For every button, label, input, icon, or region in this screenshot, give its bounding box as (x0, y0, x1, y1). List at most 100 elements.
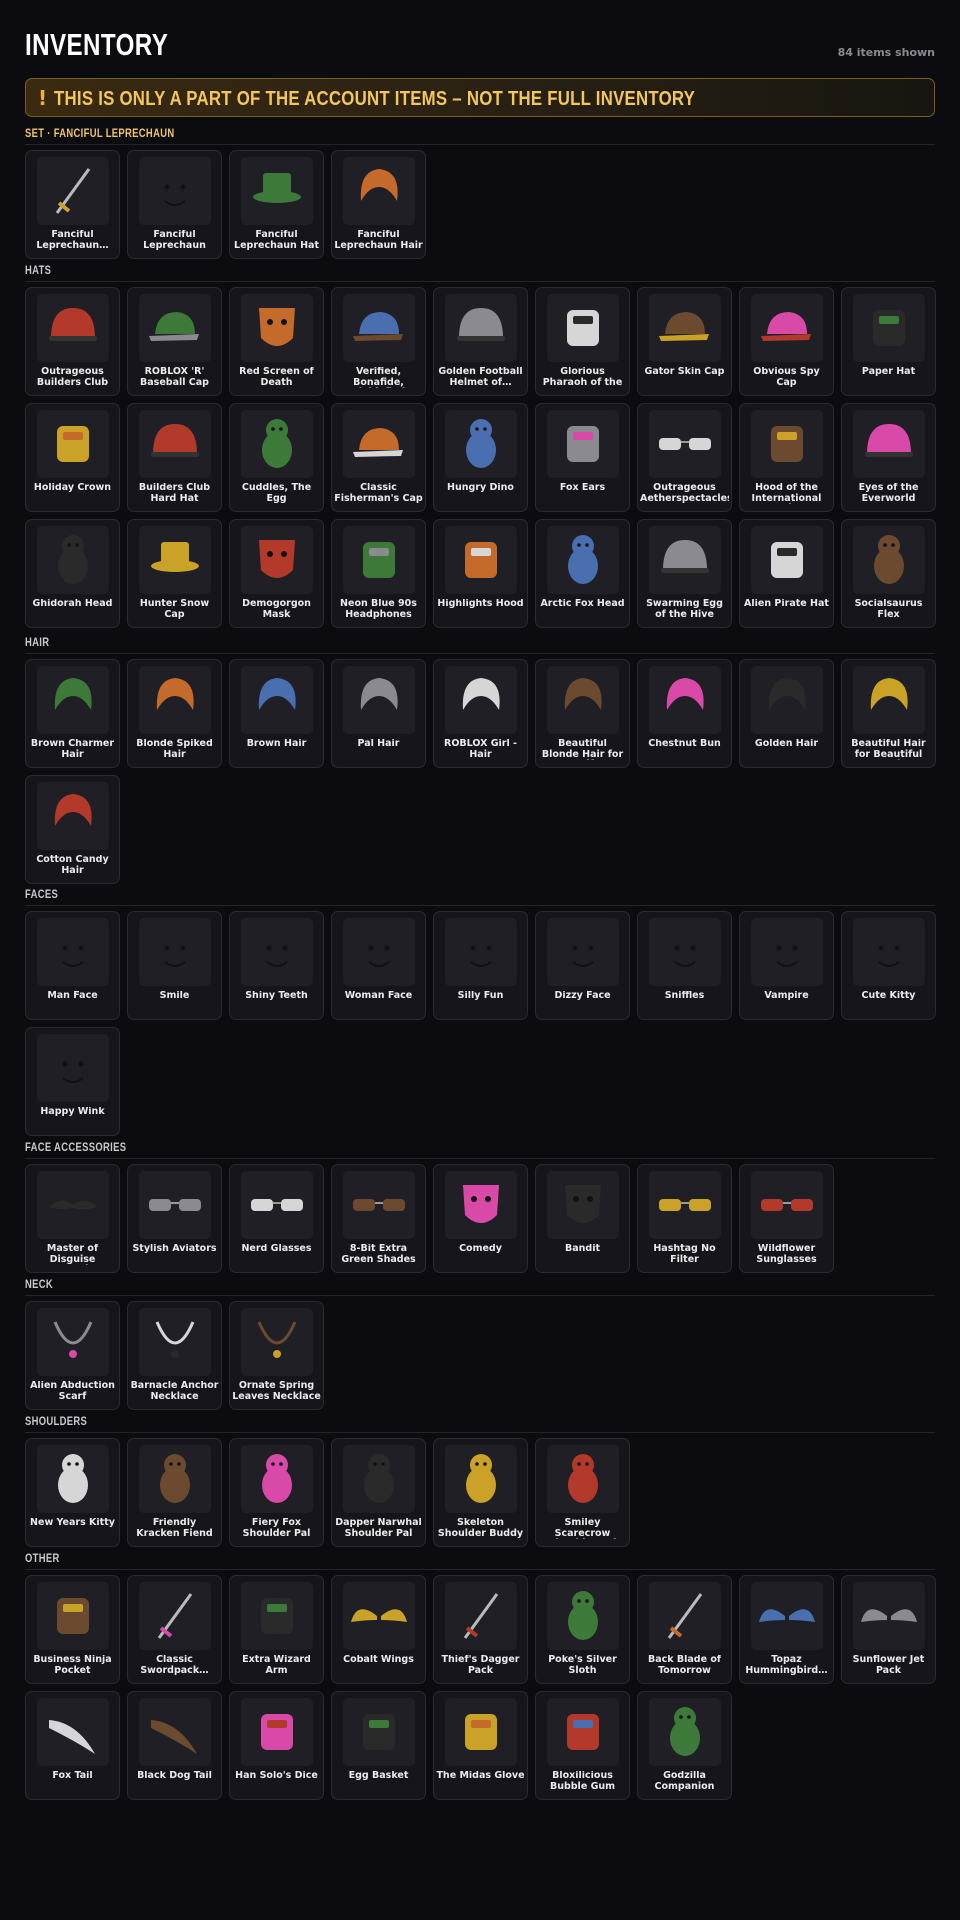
item-card[interactable]: Cuddles, The Egg (229, 403, 324, 512)
item-card[interactable]: Chestnut Bun (637, 659, 732, 768)
item-card[interactable]: Outrageous Aetherspectacles (637, 403, 732, 512)
item-card[interactable]: Black Dog Tail (127, 1691, 222, 1800)
item-card[interactable]: Arctic Fox Head (535, 519, 630, 628)
item-card[interactable]: Godzilla Companion (637, 1691, 732, 1800)
item-card[interactable]: Paper Hat (841, 287, 936, 396)
item-card[interactable]: Egg Basket (331, 1691, 426, 1800)
item-card[interactable]: Golden Football Helmet of… (433, 287, 528, 396)
item-card[interactable]: Han Solo's Dice (229, 1691, 324, 1800)
item-card[interactable]: Barnacle Anchor Necklace (127, 1301, 222, 1410)
item-card[interactable]: The Midas Glove (433, 1691, 528, 1800)
item-card[interactable]: Alien Abduction Scarf (25, 1301, 120, 1410)
item-card[interactable]: ROBLOX Girl - Hair (433, 659, 528, 768)
item-card[interactable]: Silly Fun (433, 911, 528, 1020)
item-card[interactable]: Dapper Narwhal Shoulder Pal (331, 1438, 426, 1547)
item-card[interactable]: Fox Ears (535, 403, 630, 512)
item-card[interactable]: Fanciful Leprechaun Hair (331, 150, 426, 259)
item-card[interactable]: Dizzy Face (535, 911, 630, 1020)
item-card[interactable]: Man Face (25, 911, 120, 1020)
section-header: FACE ACCESSORIES (25, 1141, 935, 1159)
item-card[interactable]: 8-Bit Extra Green Shades (331, 1164, 426, 1273)
item-name: Fanciful Leprechaun… (36, 230, 109, 251)
item-card[interactable]: Hashtag No Filter (637, 1164, 732, 1273)
item-card[interactable]: Demogorgon Mask (229, 519, 324, 628)
item-card[interactable]: Happy Wink (25, 1027, 120, 1136)
item-card[interactable]: Fanciful Leprechaun Hat (229, 150, 324, 259)
item-card[interactable]: Wildflower Sunglasses (739, 1164, 834, 1273)
item-card[interactable]: Shiny Teeth (229, 911, 324, 1020)
item-card[interactable]: Holiday Crown (25, 403, 120, 512)
item-card[interactable]: New Years Kitty (25, 1438, 120, 1547)
item-card[interactable]: Woman Face (331, 911, 426, 1020)
item-card[interactable]: Bandit (535, 1164, 630, 1273)
item-card[interactable]: Master of Disguise Mustache (25, 1164, 120, 1273)
item-name: Cobalt Wings (343, 1655, 414, 1665)
item-card[interactable]: Swarming Egg of the Hive (637, 519, 732, 628)
item-card[interactable]: Eyes of the Everworld (841, 403, 936, 512)
item-card[interactable]: Blonde Spiked Hair (127, 659, 222, 768)
item-card[interactable]: Smile (127, 911, 222, 1020)
item-card[interactable]: Smiley Scarecrow Shoulder Pal (535, 1438, 630, 1547)
item-card[interactable]: Obvious Spy Cap (739, 287, 834, 396)
item-card[interactable]: Neon Blue 90s Headphones (331, 519, 426, 628)
face-icon (649, 918, 721, 986)
item-card[interactable]: Ghidorah Head (25, 519, 120, 628)
item-name: Nerd Glasses (241, 1244, 312, 1254)
item-card[interactable]: Cobalt Wings (331, 1575, 426, 1684)
item-card[interactable]: Fanciful Leprechaun Face (127, 150, 222, 259)
item-card[interactable]: Cotton Candy Hair (25, 775, 120, 884)
item-card[interactable]: Stylish Aviators (127, 1164, 222, 1273)
item-card[interactable]: Friendly Kracken Fiend (127, 1438, 222, 1547)
item-card[interactable]: Ornate Spring Leaves Necklace (229, 1301, 324, 1410)
item-card[interactable]: Alien Pirate Hat (739, 519, 834, 628)
item-card[interactable]: Back Blade of Tomorrow (637, 1575, 732, 1684)
item-card[interactable]: Fox Tail (25, 1691, 120, 1800)
item-card[interactable]: Brown Hair (229, 659, 324, 768)
item-card[interactable]: Golden Hair (739, 659, 834, 768)
item-card[interactable]: Pal Hair (331, 659, 426, 768)
section-faces: FACES Man Face Smile Shiny Teeth Woman Face S… (25, 888, 936, 1136)
item-card[interactable]: Hungry Dino (433, 403, 528, 512)
item-card[interactable]: Skeleton Shoulder Buddy (433, 1438, 528, 1547)
item-card[interactable]: Beautiful Blonde Hair for Beautifu… (535, 659, 630, 768)
item-name: Holiday Crown (33, 483, 112, 493)
item-card[interactable]: Cute Kitty (841, 911, 936, 1020)
item-name: Outrageous Builders Club Ha… (36, 367, 109, 388)
section-neck: NECK Alien Abduction Scarf Barnacle Anchor… (25, 1278, 935, 1410)
item-card[interactable]: Hunter Snow Cap (127, 519, 222, 628)
item-card[interactable]: Highlights Hood (433, 519, 528, 628)
item-card[interactable]: Comedy (433, 1164, 528, 1273)
item-name: Cute Kitty (861, 991, 916, 1001)
item-card[interactable]: Sunflower Jet Pack (841, 1575, 936, 1684)
item-card[interactable]: Brown Charmer Hair (25, 659, 120, 768)
item-card[interactable]: Beautiful Hair for Beautiful People (841, 659, 936, 768)
item-card[interactable]: Nerd Glasses (229, 1164, 324, 1273)
item-card[interactable]: Outrageous Builders Club Ha… (25, 287, 120, 396)
pet-icon (343, 1445, 415, 1513)
item-name: Barnacle Anchor Necklace (130, 1381, 219, 1402)
item-card[interactable]: Poke's Silver Sloth (535, 1575, 630, 1684)
item-card[interactable]: Socialsaurus Flex (841, 519, 936, 628)
item-name: The Midas Glove (436, 1771, 525, 1781)
item-card[interactable]: Verified, Bonafide, Plaidafied (331, 287, 426, 396)
item-card[interactable]: Business Ninja Pocket (25, 1575, 120, 1684)
item-card[interactable]: Gator Skin Cap (637, 287, 732, 396)
item-card[interactable]: Builders Club Hard Hat (127, 403, 222, 512)
item-card[interactable]: Bloxilicious Bubble Gum (535, 1691, 630, 1800)
item-card[interactable]: ROBLOX 'R' Baseball Cap (127, 287, 222, 396)
item-card[interactable]: Fiery Fox Shoulder Pal (229, 1438, 324, 1547)
hat-icon (241, 157, 313, 225)
item-card[interactable]: Vampire (739, 911, 834, 1020)
item-card[interactable]: Glorious Pharaoh of the Sun (535, 287, 630, 396)
item-card[interactable]: Sniffles (637, 911, 732, 1020)
item-card[interactable]: Red Screen of Death (229, 287, 324, 396)
tail-icon (37, 1698, 109, 1766)
item-card[interactable]: Hood of the International Ord… (739, 403, 834, 512)
item-card[interactable]: Extra Wizard Arm (229, 1575, 324, 1684)
item-card[interactable]: Classic Swordpack… (127, 1575, 222, 1684)
item-card[interactable]: Classic Fisherman's Cap (331, 403, 426, 512)
item-card[interactable]: Fanciful Leprechaun… (25, 150, 120, 259)
item-card[interactable]: Topaz Hummingbird… (739, 1575, 834, 1684)
wings-icon (751, 1582, 823, 1650)
item-card[interactable]: Thief's Dagger Pack (433, 1575, 528, 1684)
